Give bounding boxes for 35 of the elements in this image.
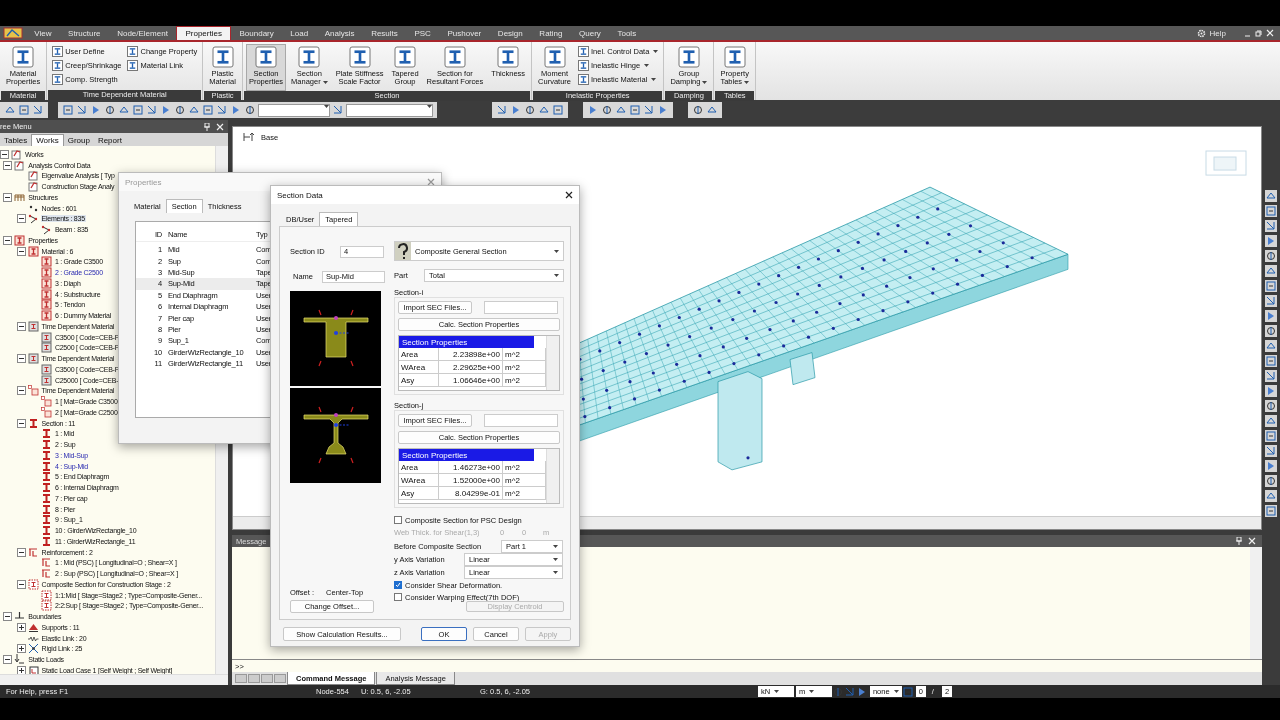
table-cell: 1.06646e+00 [439, 374, 503, 387]
dialog-title: Section Data [277, 190, 323, 200]
dialog-title: Properties [125, 177, 162, 187]
menu-tab[interactable]: Rating [531, 26, 571, 40]
help-menu[interactable]: Help [1209, 28, 1226, 38]
menu-tab[interactable]: Node/Element [108, 26, 177, 40]
menu-tab[interactable]: Results [362, 26, 407, 40]
menu-tab[interactable]: Boundary [231, 26, 283, 40]
table-cell: Asy [399, 487, 439, 500]
menu-tab[interactable]: Analysis [316, 26, 363, 40]
menu-tab[interactable]: View [26, 26, 60, 40]
table-cell: 2.23898e+00 [439, 348, 503, 361]
menu-tab[interactable]: Load [282, 26, 317, 40]
menu-tab[interactable]: Query [570, 26, 610, 40]
menu-tab[interactable]: Tools [609, 26, 645, 40]
menu-tab[interactable]: Properties [176, 26, 232, 40]
menu-tab[interactable]: PSC [406, 26, 440, 40]
menu-tab[interactable]: Pushover [439, 26, 490, 40]
table-cell: Area [399, 348, 439, 361]
table-cell: 1.46273e+00 [439, 461, 503, 474]
table-cell: 8.04299e-01 [439, 487, 503, 500]
table-cell: 1.52000e+00 [439, 474, 503, 487]
table-cell: WArea [399, 474, 439, 487]
panel-tab[interactable]: Tables [0, 135, 32, 146]
table-cell: Asy [399, 374, 439, 387]
panel-tab[interactable]: Works [31, 134, 64, 146]
menu-tab[interactable]: Design [489, 26, 532, 40]
panel-tab[interactable]: Group [63, 135, 94, 146]
table-title: Section Properties [399, 336, 534, 348]
menu-tab[interactable]: Structure [59, 26, 109, 40]
table-cell: 2.29625e+00 [439, 361, 503, 374]
table-cell: Area [399, 461, 439, 474]
table-cell: WArea [399, 361, 439, 374]
panel-tab[interactable]: Report [93, 135, 126, 146]
table-title: Section Properties [399, 449, 534, 461]
